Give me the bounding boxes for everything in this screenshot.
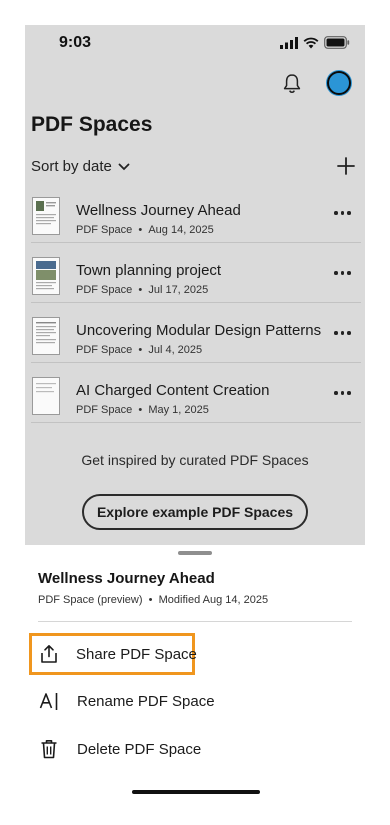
list-item[interactable]: Uncovering Modular Design Patterns PDF S…	[31, 303, 361, 363]
status-bar: 9:03	[25, 25, 365, 65]
page-title: PDF Spaces	[31, 113, 153, 136]
item-meta: PDF Space • Jul 17, 2025	[76, 284, 209, 296]
share-pdf-space-button[interactable]: Share PDF Space	[29, 633, 197, 675]
more-options-icon[interactable]	[334, 271, 351, 275]
rename-label: Rename PDF Space	[77, 692, 215, 710]
wifi-icon	[303, 37, 319, 48]
chevron-down-icon	[118, 163, 130, 170]
inspire-text: Get inspired by curated PDF Spaces	[81, 452, 309, 468]
divider	[38, 621, 352, 622]
action-sheet: Wellness Journey Ahead PDF Space (previe…	[25, 545, 365, 800]
document-thumbnail	[32, 197, 60, 235]
background-content: 9:03 PDF Spaces Sort by date Wellness Jo…	[25, 25, 365, 545]
more-options-icon[interactable]	[334, 211, 351, 215]
item-title: Town planning project	[76, 262, 222, 279]
cellular-signal-icon	[280, 36, 298, 49]
status-icons	[280, 36, 350, 49]
add-pdf-space-button[interactable]	[334, 154, 358, 178]
trash-icon	[37, 737, 61, 761]
sort-label: Sort by date	[31, 158, 112, 175]
status-time: 9:03	[59, 34, 92, 51]
item-title: AI Charged Content Creation	[76, 382, 270, 399]
battery-icon	[324, 36, 350, 49]
list-item[interactable]: AI Charged Content Creation PDF Space • …	[31, 363, 361, 423]
sheet-grabber[interactable]	[178, 551, 212, 555]
rename-icon	[37, 689, 61, 713]
delete-label: Delete PDF Space	[77, 740, 202, 758]
document-thumbnail	[32, 257, 60, 295]
pdf-space-list: Wellness Journey Ahead PDF Space • Aug 1…	[31, 183, 361, 423]
more-options-icon[interactable]	[334, 391, 351, 395]
item-meta: PDF Space • Aug 14, 2025	[76, 224, 214, 236]
home-indicator	[132, 790, 260, 794]
more-options-icon[interactable]	[334, 331, 351, 335]
share-label: Share PDF Space	[76, 645, 197, 663]
list-item[interactable]: Town planning project PDF Space • Jul 17…	[31, 243, 361, 303]
notification-bell-icon[interactable]	[282, 73, 302, 95]
sheet-meta: PDF Space (preview) • Modified Aug 14, 2…	[38, 594, 269, 606]
item-title: Wellness Journey Ahead	[76, 202, 241, 219]
explore-examples-button[interactable]: Explore example PDF Spaces	[82, 494, 308, 530]
item-title: Uncovering Modular Design Patterns	[76, 322, 322, 339]
item-meta: PDF Space • Jul 4, 2025	[76, 344, 203, 356]
rename-pdf-space-button[interactable]: Rename PDF Space	[29, 681, 215, 721]
list-item[interactable]: Wellness Journey Ahead PDF Space • Aug 1…	[31, 183, 361, 243]
avatar[interactable]	[327, 71, 351, 95]
sheet-title: Wellness Journey Ahead	[38, 570, 215, 587]
item-meta: PDF Space • May 1, 2025	[76, 404, 209, 416]
delete-pdf-space-button[interactable]: Delete PDF Space	[29, 729, 201, 769]
document-thumbnail	[32, 317, 60, 355]
phone-screen: 9:03 PDF Spaces Sort by date Wellness Jo…	[25, 25, 365, 800]
sort-dropdown[interactable]: Sort by date	[31, 158, 130, 175]
share-icon	[38, 642, 60, 666]
document-thumbnail	[32, 377, 60, 415]
